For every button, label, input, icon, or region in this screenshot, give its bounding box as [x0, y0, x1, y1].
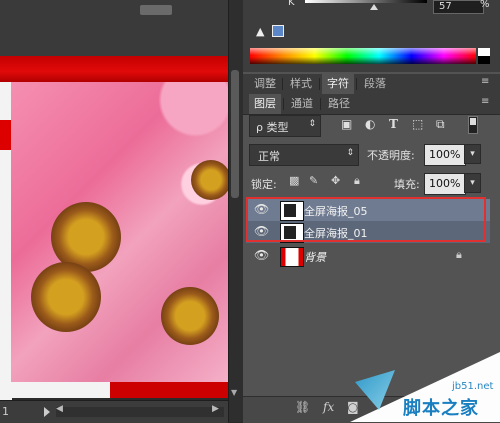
- fx-icon[interactable]: fx: [323, 400, 334, 414]
- fill-dropdown-button[interactable]: ▾: [464, 173, 481, 193]
- tab-separator: [319, 78, 320, 90]
- gamut-warning-icon[interactable]: ▲: [256, 25, 264, 38]
- status-text: 1: [2, 405, 9, 418]
- tab-separator: [283, 98, 284, 110]
- layer-lock-icon: 🔒︎: [456, 248, 462, 261]
- link-layers-icon[interactable]: ⛓︎: [295, 400, 310, 414]
- opacity-input[interactable]: 100%: [424, 144, 466, 166]
- shape-filter-icon[interactable]: ⬚: [412, 117, 423, 131]
- poster-red-band-top: [0, 56, 228, 82]
- adjustment-filter-icon[interactable]: ◐: [365, 117, 375, 131]
- horizontal-scroll-thumb[interactable]: [140, 5, 172, 15]
- layer-thumbnail: [280, 247, 304, 267]
- layer-name[interactable]: 背景: [304, 249, 326, 265]
- lock-label: 锁定:: [251, 178, 277, 191]
- flower-center: [191, 160, 231, 200]
- channel-value-field[interactable]: 57: [433, 0, 484, 14]
- tab-layers[interactable]: 图层: [249, 94, 281, 114]
- selection-highlight: [246, 197, 486, 242]
- blend-mode-value: 正常: [258, 150, 280, 163]
- poster-white-bottom: [0, 382, 110, 398]
- panel-menu-icon[interactable]: ≡: [481, 76, 489, 87]
- tab-adjustments[interactable]: 调整: [249, 74, 281, 94]
- poster-red-band-bottom: [110, 382, 228, 398]
- play-icon[interactable]: [44, 407, 50, 417]
- layer-row[interactable]: 👁︎ 背景 🔒︎: [246, 245, 490, 267]
- watermark-url: jb51.net: [452, 381, 494, 392]
- watermark-text: 脚本之家: [403, 398, 479, 419]
- fill-input[interactable]: 100%: [424, 173, 466, 195]
- fill-label: 填充:: [394, 178, 420, 191]
- lock-pixels-brush-icon[interactable]: ✎: [309, 174, 318, 187]
- vertical-scroll-thumb[interactable]: [231, 70, 239, 198]
- layers-tab-strip: 图层 通道 路径 ≡: [243, 94, 500, 115]
- document-status-bar: 1 ◀ ▶: [0, 400, 228, 423]
- canvas-pasteboard: [0, 0, 228, 56]
- web-safe-swatch[interactable]: [272, 25, 284, 37]
- tab-paragraph[interactable]: 段落: [359, 74, 391, 94]
- opacity-dropdown-button[interactable]: ▾: [464, 144, 481, 164]
- scroll-down-arrow-icon[interactable]: ▼: [231, 388, 239, 397]
- background-thumbnail-image: [281, 248, 303, 266]
- opacity-label: 不透明度:: [367, 149, 415, 162]
- flower-photo: [11, 82, 231, 382]
- tab-styles[interactable]: 样式: [285, 74, 317, 94]
- slider-thumb-icon[interactable]: [370, 4, 378, 10]
- panel-menu-icon[interactable]: ≡: [481, 96, 489, 107]
- channel-unit: %: [480, 0, 490, 10]
- type-filter-icon[interactable]: T: [389, 117, 398, 131]
- filter-toggle-switch[interactable]: [468, 116, 478, 134]
- channel-label: K: [288, 0, 295, 8]
- tab-separator: [282, 78, 283, 90]
- lock-all-icon[interactable]: 🔒︎: [354, 174, 360, 188]
- lock-position-move-icon[interactable]: ✥: [331, 174, 340, 187]
- smart-object-filter-icon[interactable]: ⧉: [436, 117, 445, 132]
- tab-separator: [320, 98, 321, 110]
- black-white-swatch[interactable]: [478, 48, 490, 64]
- tab-character[interactable]: 字符: [322, 74, 354, 94]
- spinner-icon: ⇕: [346, 148, 354, 158]
- switch-knob: [470, 118, 476, 125]
- vertical-scrollbar[interactable]: [228, 0, 243, 422]
- visibility-eye-icon[interactable]: 👁︎: [254, 248, 270, 262]
- character-tab-strip: 调整 样式 字符 段落 ≡: [243, 74, 500, 95]
- color-spectrum-shade: [250, 48, 476, 64]
- image-filter-icon[interactable]: ▣: [341, 117, 352, 131]
- flower-center: [161, 287, 219, 345]
- tab-paths[interactable]: 路径: [323, 94, 355, 114]
- layer-filter-dropdown[interactable]: ρ 类型 ⇕: [249, 115, 321, 137]
- horizontal-scrollbar[interactable]: [56, 407, 224, 417]
- tab-channels[interactable]: 通道: [286, 94, 318, 114]
- blend-mode-dropdown[interactable]: 正常 ⇕: [249, 144, 359, 166]
- scroll-left-arrow-icon[interactable]: ◀: [56, 404, 66, 418]
- channel-slider[interactable]: [305, 0, 427, 3]
- layer-filter-value: ρ 类型: [256, 121, 289, 134]
- scroll-right-arrow-icon[interactable]: ▶: [212, 404, 222, 418]
- tab-separator: [356, 78, 357, 90]
- flower-center: [31, 262, 101, 332]
- spinner-icon: ⇕: [308, 119, 316, 129]
- lock-transparency-icon[interactable]: ▩: [289, 174, 299, 187]
